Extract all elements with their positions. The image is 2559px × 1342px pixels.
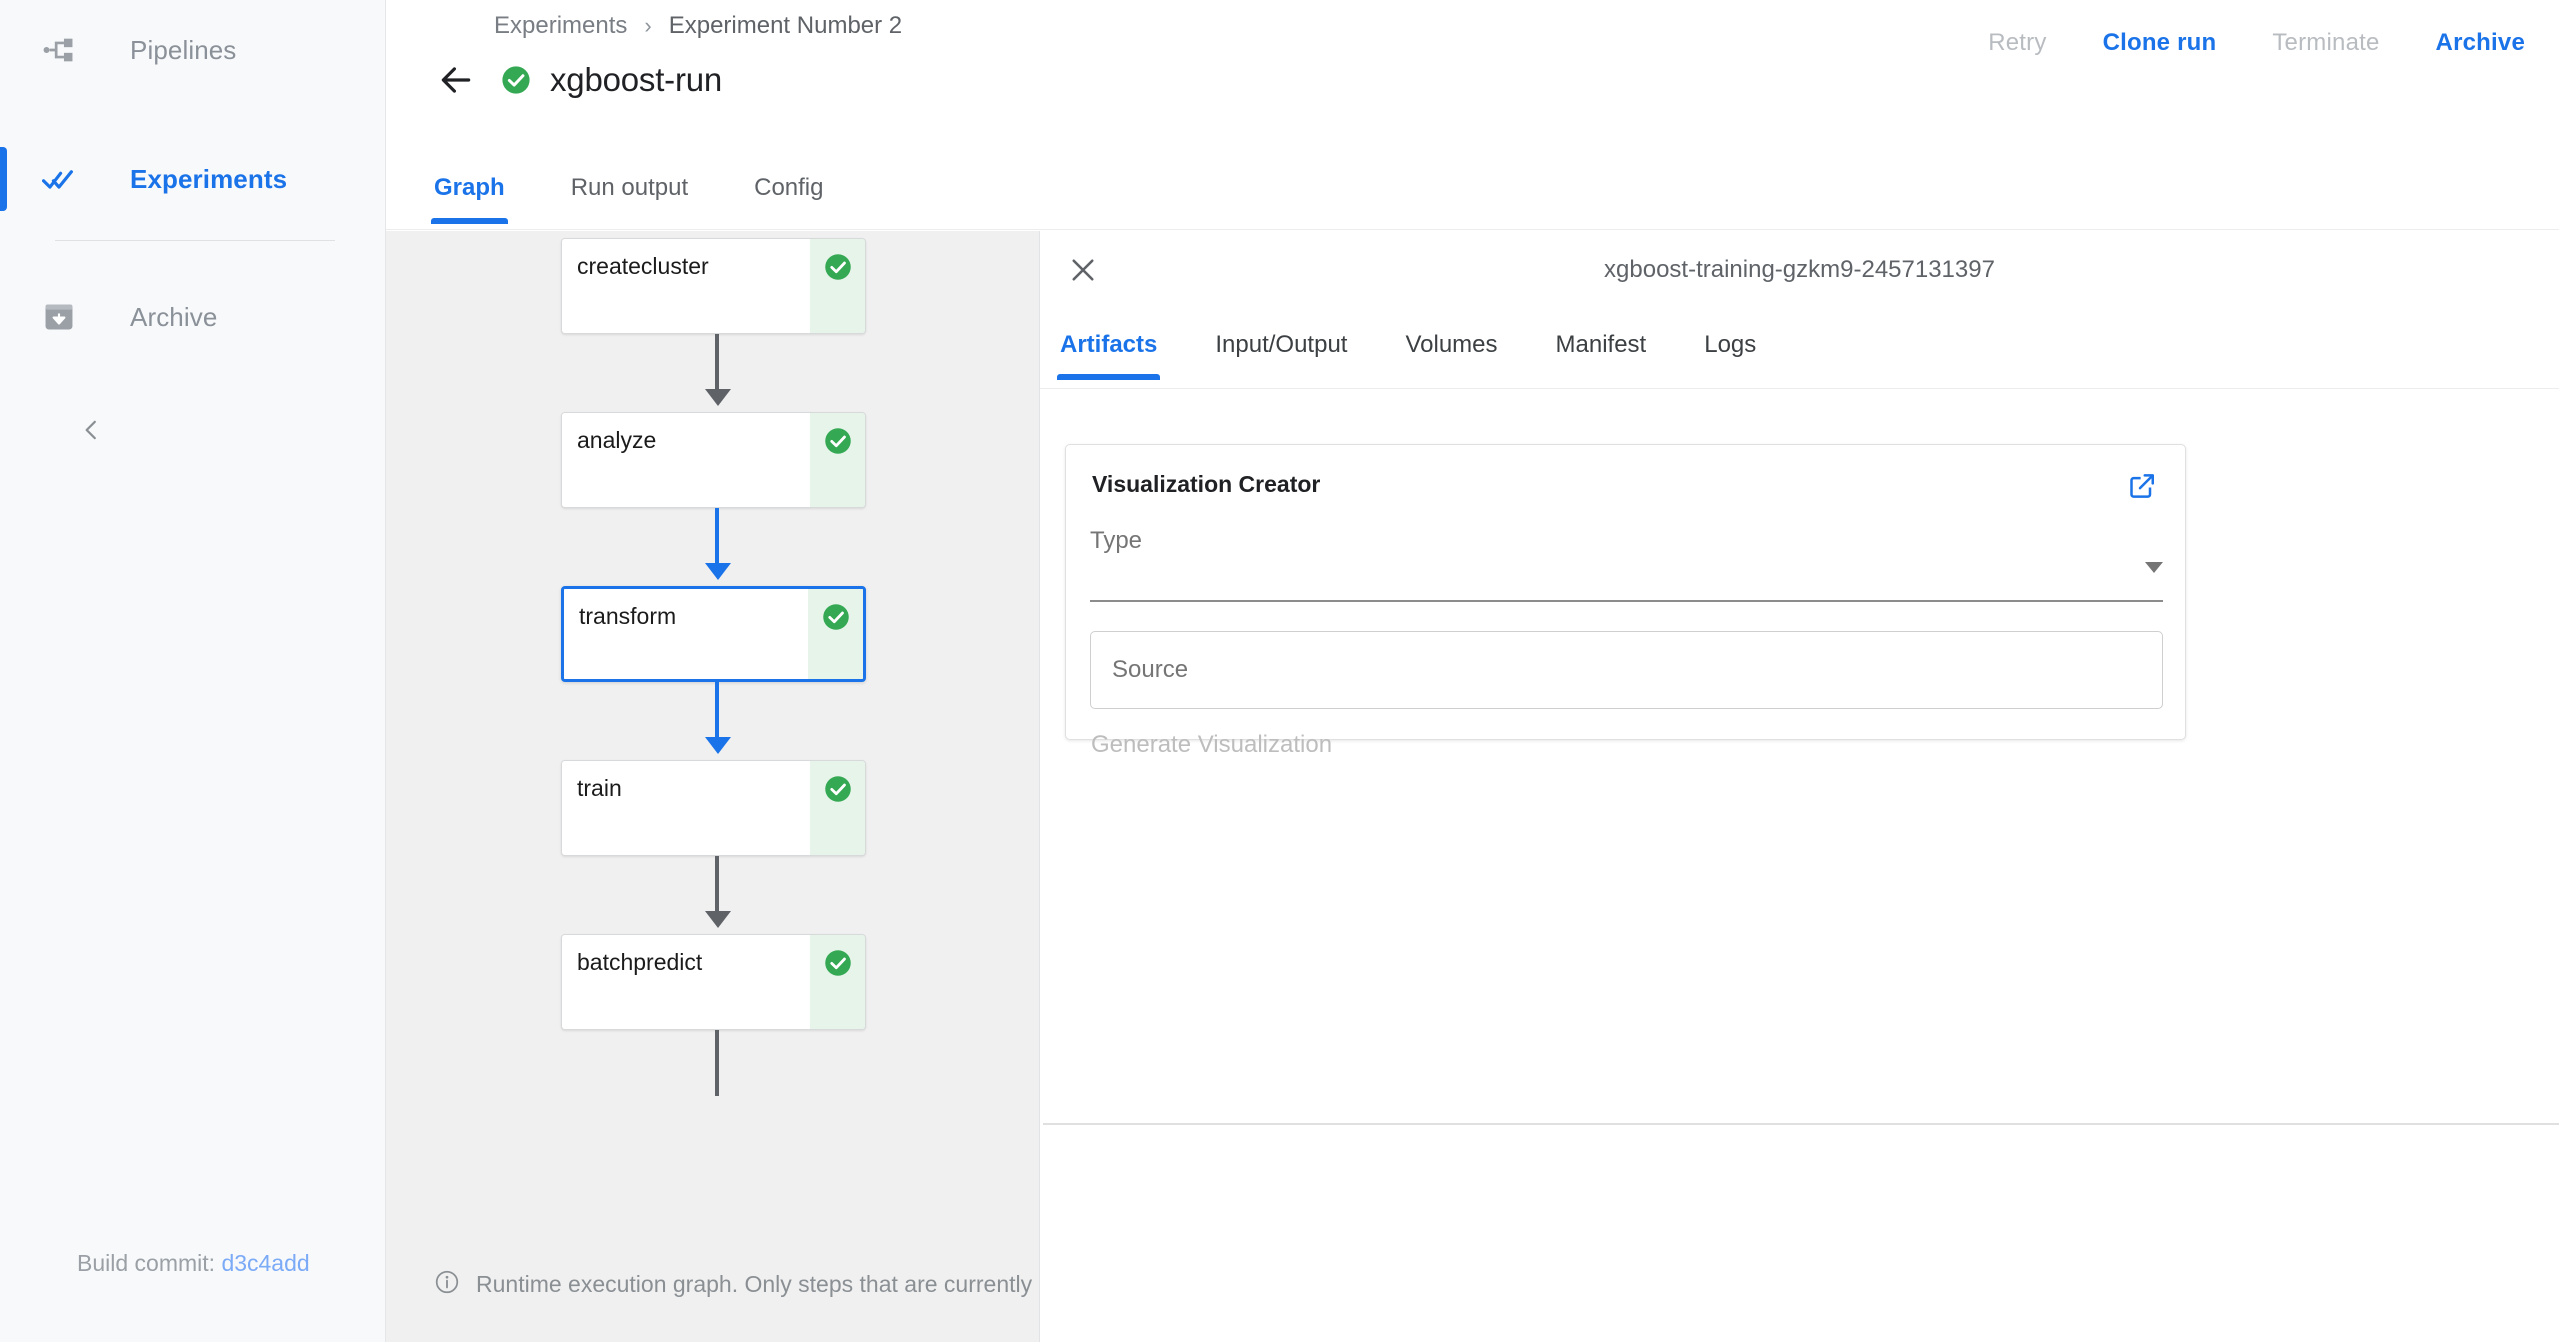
archive-button[interactable]: Archive: [2436, 29, 2525, 57]
sidebar-collapse-button[interactable]: [0, 407, 385, 457]
page-title: xgboost-run: [550, 61, 723, 98]
graph-footer: Runtime execution graph. Only steps that…: [434, 1269, 1090, 1300]
graph-edge-arrow: [705, 911, 731, 928]
type-select[interactable]: Type: [1090, 523, 2163, 602]
sidebar-item-pipelines[interactable]: Pipelines: [0, 5, 385, 95]
check-circle-icon: [824, 776, 851, 802]
graph-node-status-succeeded: [808, 589, 863, 679]
check-circle-icon: [824, 950, 851, 976]
build-commit-link[interactable]: d3c4add: [221, 1250, 309, 1276]
graph-edge-arrow: [705, 389, 731, 406]
main-content: Experiments › Experiment Number 2 xgboos…: [386, 0, 2559, 1342]
graph-node-transform[interactable]: transform: [561, 586, 866, 682]
chevron-left-icon: [78, 413, 104, 452]
open-in-new-icon[interactable]: [2121, 465, 2163, 507]
graph-node-status-succeeded: [810, 935, 865, 1029]
graph-node-body: batchpredict: [562, 935, 810, 1029]
graph-edge: [715, 1030, 719, 1096]
graph-node-status-succeeded: [810, 761, 865, 855]
double-check-icon: [42, 161, 88, 197]
graph-edge: [715, 334, 719, 394]
sidebar-divider: [55, 240, 335, 241]
graph-node-body: createcluster: [562, 239, 810, 333]
generate-visualization-button[interactable]: Generate Visualization: [1091, 731, 1332, 759]
header-actions: Retry Clone run Terminate Archive: [1932, 22, 2525, 64]
tab-run-output[interactable]: Run output: [571, 160, 688, 224]
chevron-down-icon: [2145, 562, 2163, 573]
check-circle-icon: [500, 64, 532, 96]
node-details-panel: xgboost-training-gzkm9-2457131397 Artifa…: [1039, 231, 2559, 1342]
graph-node-label: batchpredict: [577, 949, 703, 975]
node-details-title: xgboost-training-gzkm9-2457131397: [1604, 256, 1995, 283]
breadcrumb-link-experiments[interactable]: Experiments: [494, 12, 627, 40]
source-input-placeholder: Source: [1112, 656, 1189, 683]
pipelines-icon: [42, 33, 88, 67]
arrow-left-icon[interactable]: [434, 58, 478, 102]
graph-edge-arrow: [705, 737, 731, 754]
tab-config[interactable]: Config: [754, 160, 823, 224]
graph-node-body: transform: [564, 589, 808, 679]
source-input[interactable]: Source: [1090, 631, 2163, 709]
graph-edge: [715, 508, 719, 568]
graph-edge: [715, 682, 719, 742]
type-select-label: Type: [1090, 527, 1143, 554]
page-title-row: xgboost-run: [386, 54, 722, 106]
sidebar-item-label: Experiments: [130, 163, 288, 194]
breadcrumb-separator-icon: ›: [644, 13, 652, 38]
main-tabs: Graph Run output Config: [386, 160, 2559, 230]
close-icon[interactable]: [1060, 247, 1106, 293]
sidebar: Pipelines Experiments Archive Build comm…: [0, 0, 386, 1342]
graph-node-status-succeeded: [810, 239, 865, 333]
sidebar-item-label: Archive: [130, 301, 218, 332]
graph-footer-text: Runtime execution graph. Only steps that…: [476, 1271, 1090, 1297]
sidebar-item-archive[interactable]: Archive: [0, 272, 385, 362]
tab-logs[interactable]: Logs: [1704, 321, 1756, 380]
graph-node-body: analyze: [562, 413, 810, 507]
tab-graph[interactable]: Graph: [431, 160, 508, 224]
archive-box-icon: [42, 300, 88, 334]
visualization-creator-card: Visualization Creator Type Source Genera…: [1065, 444, 2186, 758]
breadcrumb: Experiments › Experiment Number 2: [494, 12, 902, 40]
graph-edge: [715, 856, 719, 916]
visualization-creator-title: Visualization Creator: [1092, 471, 1321, 497]
node-details-header: xgboost-training-gzkm9-2457131397: [1040, 231, 2559, 321]
section-divider: [1043, 1123, 2559, 1125]
sidebar-item-experiments[interactable]: Experiments: [0, 134, 385, 224]
graph-node-createcluster[interactable]: createcluster: [561, 238, 866, 334]
build-commit-label: Build commit:: [77, 1250, 216, 1276]
graph-node-label: train: [577, 775, 622, 801]
info-icon: [434, 1269, 460, 1300]
retry-button[interactable]: Retry: [1988, 29, 2046, 57]
graph-node-body: train: [562, 761, 810, 855]
clone-run-button[interactable]: Clone run: [2103, 29, 2217, 57]
graph-edge-arrow: [705, 563, 731, 580]
tab-artifacts[interactable]: Artifacts: [1056, 321, 1161, 380]
node-details-tabs: Artifacts Input/Output Volumes Manifest …: [1040, 321, 2559, 389]
terminate-button[interactable]: Terminate: [2272, 29, 2379, 57]
graph-node-label: analyze: [577, 427, 657, 453]
app-root: Pipelines Experiments Archive Build comm…: [0, 0, 2559, 1342]
graph-node-label: createcluster: [577, 253, 709, 279]
graph-node-status-succeeded: [810, 413, 865, 507]
check-circle-icon: [824, 254, 851, 280]
check-circle-icon: [822, 604, 849, 630]
breadcrumb-current: Experiment Number 2: [668, 12, 903, 39]
sidebar-item-label: Pipelines: [130, 34, 237, 65]
graph-node-label: transform: [579, 603, 677, 629]
graph-node-analyze[interactable]: analyze: [561, 412, 866, 508]
check-circle-icon: [824, 428, 851, 454]
tab-input-output[interactable]: Input/Output: [1215, 321, 1347, 380]
graph-node-train[interactable]: train: [561, 760, 866, 856]
graph-node-batchpredict[interactable]: batchpredict: [561, 934, 866, 1030]
tab-manifest[interactable]: Manifest: [1556, 321, 1647, 380]
build-commit: Build commit: d3c4add: [77, 1250, 310, 1277]
tab-volumes[interactable]: Volumes: [1405, 321, 1497, 380]
